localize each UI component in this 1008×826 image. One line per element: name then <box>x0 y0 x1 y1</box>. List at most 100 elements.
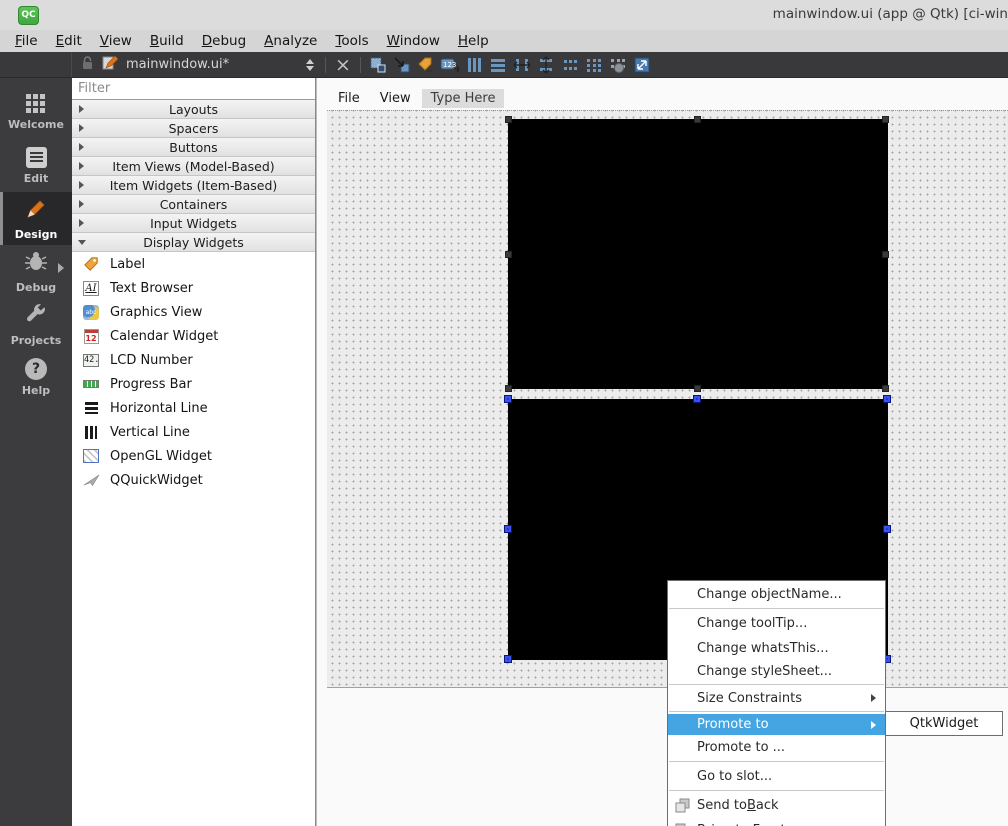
selection-handle-active[interactable] <box>504 655 512 663</box>
form-menu-type-here[interactable]: Type Here <box>422 89 505 108</box>
edit-signals-slots-icon[interactable] <box>391 55 413 75</box>
document-selector[interactable]: mainwindow.ui* <box>72 55 320 74</box>
layout-horizontal-icon[interactable] <box>463 55 485 75</box>
welcome-grid-icon <box>26 94 46 114</box>
splitter-horizontal-icon[interactable] <box>511 55 533 75</box>
category-spacers[interactable]: Spacers <box>72 119 315 138</box>
qt-creator-app-icon: QC <box>18 6 39 25</box>
black-widget-top[interactable] <box>508 119 888 389</box>
widget-box: Layouts Spacers Buttons Item Views (Mode… <box>72 78 316 826</box>
collapsed-arrow-icon <box>79 105 84 113</box>
selection-handle[interactable] <box>694 116 701 123</box>
category-item-views[interactable]: Item Views (Model-Based) <box>72 157 315 176</box>
sidebar-item-welcome[interactable]: Welcome <box>0 86 72 139</box>
selection-handle[interactable] <box>505 385 512 392</box>
menu-promote-to[interactable]: Promote to <box>668 714 885 735</box>
selection-handle[interactable] <box>882 251 889 258</box>
close-document-icon[interactable]: × <box>331 57 355 73</box>
category-layouts[interactable]: Layouts <box>72 100 315 119</box>
widget-item-progress-bar[interactable]: Progress Bar <box>72 372 315 396</box>
current-document-name: mainwindow.ui* <box>126 57 298 72</box>
edit-document-lines-icon <box>26 147 47 168</box>
selection-handle[interactable] <box>505 251 512 258</box>
debug-flyout-arrow-icon[interactable] <box>58 263 64 273</box>
expanded-arrow-icon <box>78 240 86 245</box>
menu-size-constraints[interactable]: Size Constraints <box>668 687 885 709</box>
widget-item-graphics-view[interactable]: abc Graphics View <box>72 300 315 324</box>
widget-item-lcd-number[interactable]: 42. LCD Number <box>72 348 315 372</box>
layout-grid-icon[interactable] <box>559 55 581 75</box>
submenu-item-qtkwidget[interactable]: QtkWidget <box>910 716 979 731</box>
lock-icon <box>80 55 94 74</box>
menu-help[interactable]: Help <box>449 32 498 50</box>
collapsed-arrow-icon <box>79 124 84 132</box>
widget-item-vertical-line[interactable]: Vertical Line <box>72 420 315 444</box>
collapsed-arrow-icon <box>79 200 84 208</box>
widget-item-opengl[interactable]: OpenGL Widget <box>72 444 315 468</box>
widget-filter-input[interactable] <box>72 78 315 99</box>
category-input-widgets[interactable]: Input Widgets <box>72 214 315 233</box>
collapsed-arrow-icon <box>79 143 84 151</box>
sidebar-item-debug[interactable]: Debug <box>0 245 72 298</box>
widget-filter <box>72 78 315 100</box>
sidebar-item-projects[interactable]: Projects <box>0 298 72 351</box>
menu-view[interactable]: View <box>91 32 141 50</box>
menu-window[interactable]: Window <box>378 32 449 50</box>
submenu-arrow-icon <box>871 721 876 729</box>
adjust-size-icon[interactable] <box>631 55 653 75</box>
sidebar-item-design[interactable]: Design <box>0 192 72 245</box>
menu-promote-to-dialog[interactable]: Promote to ... <box>668 735 885 759</box>
menu-tools[interactable]: Tools <box>326 32 377 50</box>
form-menu-file[interactable]: File <box>329 89 369 108</box>
widget-item-calendar[interactable]: 12 Calendar Widget <box>72 324 315 348</box>
widget-item-qquickwidget[interactable]: QQuickWidget <box>72 468 315 492</box>
form-menu-view[interactable]: View <box>371 89 420 108</box>
selection-handle-active[interactable] <box>504 525 512 533</box>
edit-tab-order-icon[interactable]: 123 <box>439 55 461 75</box>
menu-build[interactable]: Build <box>141 32 193 50</box>
layout-vertical-icon[interactable] <box>487 55 509 75</box>
menu-change-objectname[interactable]: Change objectName... <box>668 582 885 606</box>
menu-go-to-slot[interactable]: Go to slot... <box>668 764 885 788</box>
text-browser-icon: AI <box>82 279 100 297</box>
splitter-gap[interactable] <box>316 78 327 826</box>
menu-file[interactable]: File <box>6 32 47 50</box>
lcd-number-icon: 42. <box>82 351 100 369</box>
window-title: mainwindow.ui (app @ Qtk) [ci-win <box>773 6 1008 22</box>
menu-debug[interactable]: Debug <box>193 32 255 50</box>
document-spinner[interactable] <box>306 59 314 71</box>
sidebar-item-edit[interactable]: Edit <box>0 139 72 192</box>
category-display-widgets[interactable]: Display Widgets <box>72 233 315 252</box>
menu-analyze[interactable]: Analyze <box>255 32 326 50</box>
category-buttons[interactable]: Buttons <box>72 138 315 157</box>
selection-handle-active[interactable] <box>883 525 891 533</box>
selection-handle-active[interactable] <box>504 395 512 403</box>
menu-separator <box>669 711 884 712</box>
menu-edit[interactable]: Edit <box>47 32 91 50</box>
design-pencil-icon <box>24 196 48 224</box>
menu-send-to-back[interactable]: Send to Back <box>668 793 885 818</box>
menu-change-whatsthis[interactable]: Change whatsThis... <box>668 636 885 661</box>
svg-text:123: 123 <box>443 61 456 69</box>
selection-handle[interactable] <box>694 385 701 392</box>
menu-change-tooltip[interactable]: Change toolTip... <box>668 611 885 636</box>
edit-buddies-icon[interactable] <box>415 55 437 75</box>
selection-handle-active[interactable] <box>883 395 891 403</box>
menu-change-stylesheet[interactable]: Change styleSheet... <box>668 661 885 682</box>
widget-item-label[interactable]: Label <box>72 252 315 276</box>
layout-form-icon[interactable] <box>583 55 605 75</box>
selection-handle[interactable] <box>882 116 889 123</box>
menu-bring-to-front[interactable]: Bring to Front <box>668 818 885 826</box>
edit-widgets-icon[interactable] <box>367 55 389 75</box>
selection-handle[interactable] <box>505 116 512 123</box>
break-layout-icon[interactable] <box>607 55 629 75</box>
splitter-vertical-icon[interactable] <box>535 55 557 75</box>
category-containers[interactable]: Containers <box>72 195 315 214</box>
widget-item-text-browser[interactable]: AI Text Browser <box>72 276 315 300</box>
widget-item-horizontal-line[interactable]: Horizontal Line <box>72 396 315 420</box>
sidebar-item-help[interactable]: ? Help <box>0 351 72 404</box>
category-item-widgets[interactable]: Item Widgets (Item-Based) <box>72 176 315 195</box>
selection-handle-active[interactable] <box>693 395 701 403</box>
selection-handle[interactable] <box>882 385 889 392</box>
menu-separator <box>669 761 884 762</box>
